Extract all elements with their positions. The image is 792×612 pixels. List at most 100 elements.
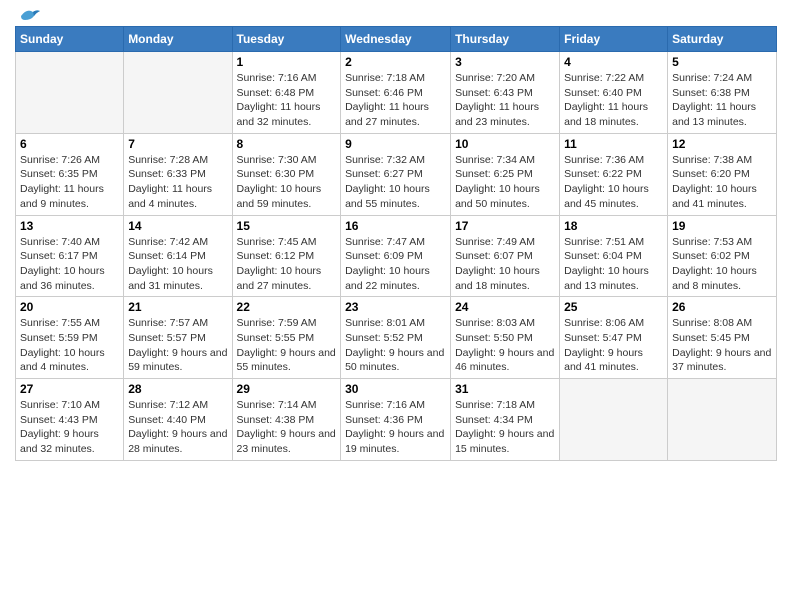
weekday-header-saturday: Saturday: [668, 27, 777, 52]
day-info: Sunrise: 8:08 AMSunset: 5:45 PMDaylight:…: [672, 316, 772, 375]
calendar-cell: 20 Sunrise: 7:55 AMSunset: 5:59 PMDayligh…: [16, 297, 124, 379]
calendar-cell: 12 Sunrise: 7:38 AMSunset: 6:20 PMDayligh…: [668, 133, 777, 215]
day-info: Sunrise: 7:12 AMSunset: 4:40 PMDaylight:…: [128, 398, 227, 457]
day-number: 6: [20, 137, 119, 151]
calendar-cell: 6 Sunrise: 7:26 AMSunset: 6:35 PMDaylight…: [16, 133, 124, 215]
day-info: Sunrise: 7:16 AMSunset: 4:36 PMDaylight:…: [345, 398, 446, 457]
day-number: 12: [672, 137, 772, 151]
weekday-header-tuesday: Tuesday: [232, 27, 341, 52]
day-info: Sunrise: 7:45 AMSunset: 6:12 PMDaylight:…: [237, 235, 337, 294]
day-info: Sunrise: 7:18 AMSunset: 4:34 PMDaylight:…: [455, 398, 555, 457]
calendar-cell: 4 Sunrise: 7:22 AMSunset: 6:40 PMDaylight…: [560, 52, 668, 134]
day-info: Sunrise: 7:38 AMSunset: 6:20 PMDaylight:…: [672, 153, 772, 212]
day-number: 31: [455, 382, 555, 396]
calendar-cell: 26 Sunrise: 8:08 AMSunset: 5:45 PMDayligh…: [668, 297, 777, 379]
weekday-header-monday: Monday: [124, 27, 232, 52]
day-number: 11: [564, 137, 663, 151]
calendar-cell: 21 Sunrise: 7:57 AMSunset: 5:57 PMDayligh…: [124, 297, 232, 379]
calendar-cell: 25 Sunrise: 8:06 AMSunset: 5:47 PMDayligh…: [560, 297, 668, 379]
calendar-cell: 23Sunrise: 8:01 AMSunset: 5:52 PMDayligh…: [341, 297, 451, 379]
day-number: 1: [237, 55, 337, 69]
day-number: 30: [345, 382, 446, 396]
calendar-cell: 31 Sunrise: 7:18 AMSunset: 4:34 PMDayligh…: [451, 379, 560, 461]
day-number: 5: [672, 55, 772, 69]
day-info: Sunrise: 7:24 AMSunset: 6:38 PMDaylight:…: [672, 71, 772, 130]
day-number: 16: [345, 219, 446, 233]
day-info: Sunrise: 7:51 AMSunset: 6:04 PMDaylight:…: [564, 235, 663, 294]
day-info: Sunrise: 7:53 AMSunset: 6:02 PMDaylight:…: [672, 235, 772, 294]
calendar-table: SundayMondayTuesdayWednesdayThursdayFrid…: [15, 26, 777, 461]
calendar-cell: 13 Sunrise: 7:40 AMSunset: 6:17 PMDayligh…: [16, 215, 124, 297]
day-info: Sunrise: 8:06 AMSunset: 5:47 PMDaylight:…: [564, 316, 663, 375]
calendar-cell: [124, 52, 232, 134]
logo: [15, 10, 41, 20]
calendar-cell: 16 Sunrise: 7:47 AMSunset: 6:09 PMDayligh…: [341, 215, 451, 297]
calendar-cell: 10 Sunrise: 7:34 AMSunset: 6:25 PMDayligh…: [451, 133, 560, 215]
calendar-cell: 2 Sunrise: 7:18 AMSunset: 6:46 PMDaylight…: [341, 52, 451, 134]
day-number: 10: [455, 137, 555, 151]
day-info: Sunrise: 7:59 AMSunset: 5:55 PMDaylight:…: [237, 316, 337, 375]
calendar-cell: 5 Sunrise: 7:24 AMSunset: 6:38 PMDaylight…: [668, 52, 777, 134]
day-info: Sunrise: 7:34 AMSunset: 6:25 PMDaylight:…: [455, 153, 555, 212]
calendar-cell: [560, 379, 668, 461]
day-info: Sunrise: 7:36 AMSunset: 6:22 PMDaylight:…: [564, 153, 663, 212]
calendar-cell: 27 Sunrise: 7:10 AMSunset: 4:43 PMDayligh…: [16, 379, 124, 461]
calendar-cell: 30 Sunrise: 7:16 AMSunset: 4:36 PMDayligh…: [341, 379, 451, 461]
day-info: Sunrise: 7:32 AMSunset: 6:27 PMDaylight:…: [345, 153, 446, 212]
weekday-header-sunday: Sunday: [16, 27, 124, 52]
day-info: Sunrise: 7:26 AMSunset: 6:35 PMDaylight:…: [20, 153, 119, 212]
day-info: Sunrise: 8:01 AMSunset: 5:52 PMDaylight:…: [345, 316, 446, 375]
calendar-cell: 11 Sunrise: 7:36 AMSunset: 6:22 PMDayligh…: [560, 133, 668, 215]
day-number: 8: [237, 137, 337, 151]
day-number: 18: [564, 219, 663, 233]
day-number: 24: [455, 300, 555, 314]
day-info: Sunrise: 7:16 AMSunset: 6:48 PMDaylight:…: [237, 71, 337, 130]
day-number: 28: [128, 382, 227, 396]
day-number: 2: [345, 55, 446, 69]
day-info: Sunrise: 7:47 AMSunset: 6:09 PMDaylight:…: [345, 235, 446, 294]
weekday-header-thursday: Thursday: [451, 27, 560, 52]
day-info: Sunrise: 7:55 AMSunset: 5:59 PMDaylight:…: [20, 316, 119, 375]
bird-icon: [19, 6, 41, 24]
day-number: 13: [20, 219, 119, 233]
day-number: 14: [128, 219, 227, 233]
calendar-cell: [668, 379, 777, 461]
calendar-cell: 18 Sunrise: 7:51 AMSunset: 6:04 PMDayligh…: [560, 215, 668, 297]
day-number: 3: [455, 55, 555, 69]
calendar-cell: 1 Sunrise: 7:16 AMSunset: 6:48 PMDaylight…: [232, 52, 341, 134]
calendar-cell: 17Sunrise: 7:49 AMSunset: 6:07 PMDayligh…: [451, 215, 560, 297]
calendar-cell: 14 Sunrise: 7:42 AMSunset: 6:14 PMDayligh…: [124, 215, 232, 297]
day-number: 7: [128, 137, 227, 151]
day-info: Sunrise: 7:28 AMSunset: 6:33 PMDaylight:…: [128, 153, 227, 212]
day-number: 27: [20, 382, 119, 396]
day-info: Sunrise: 7:18 AMSunset: 6:46 PMDaylight:…: [345, 71, 446, 130]
calendar-cell: 9 Sunrise: 7:32 AMSunset: 6:27 PMDaylight…: [341, 133, 451, 215]
calendar-cell: 22 Sunrise: 7:59 AMSunset: 5:55 PMDayligh…: [232, 297, 341, 379]
calendar-cell: 3 Sunrise: 7:20 AMSunset: 6:43 PMDaylight…: [451, 52, 560, 134]
day-info: Sunrise: 7:49 AMSunset: 6:07 PMDaylight:…: [455, 235, 555, 294]
day-number: 20: [20, 300, 119, 314]
day-info: Sunrise: 7:20 AMSunset: 6:43 PMDaylight:…: [455, 71, 555, 130]
calendar-cell: 7 Sunrise: 7:28 AMSunset: 6:33 PMDaylight…: [124, 133, 232, 215]
day-number: 9: [345, 137, 446, 151]
day-number: 21: [128, 300, 227, 314]
day-number: 22: [237, 300, 337, 314]
day-number: 19: [672, 219, 772, 233]
calendar-cell: 29Sunrise: 7:14 AMSunset: 4:38 PMDayligh…: [232, 379, 341, 461]
day-number: 4: [564, 55, 663, 69]
day-number: 26: [672, 300, 772, 314]
day-info: Sunrise: 7:10 AMSunset: 4:43 PMDaylight:…: [20, 398, 119, 457]
day-info: Sunrise: 7:42 AMSunset: 6:14 PMDaylight:…: [128, 235, 227, 294]
calendar-cell: 8 Sunrise: 7:30 AMSunset: 6:30 PMDaylight…: [232, 133, 341, 215]
weekday-header-friday: Friday: [560, 27, 668, 52]
day-info: Sunrise: 7:57 AMSunset: 5:57 PMDaylight:…: [128, 316, 227, 375]
day-number: 25: [564, 300, 663, 314]
calendar-cell: 19 Sunrise: 7:53 AMSunset: 6:02 PMDayligh…: [668, 215, 777, 297]
calendar-cell: 15 Sunrise: 7:45 AMSunset: 6:12 PMDayligh…: [232, 215, 341, 297]
day-info: Sunrise: 7:30 AMSunset: 6:30 PMDaylight:…: [237, 153, 337, 212]
day-info: Sunrise: 7:40 AMSunset: 6:17 PMDaylight:…: [20, 235, 119, 294]
day-info: Sunrise: 7:14 AMSunset: 4:38 PMDaylight:…: [237, 398, 337, 457]
day-number: 15: [237, 219, 337, 233]
page-header: [15, 10, 777, 20]
day-info: Sunrise: 7:22 AMSunset: 6:40 PMDaylight:…: [564, 71, 663, 130]
